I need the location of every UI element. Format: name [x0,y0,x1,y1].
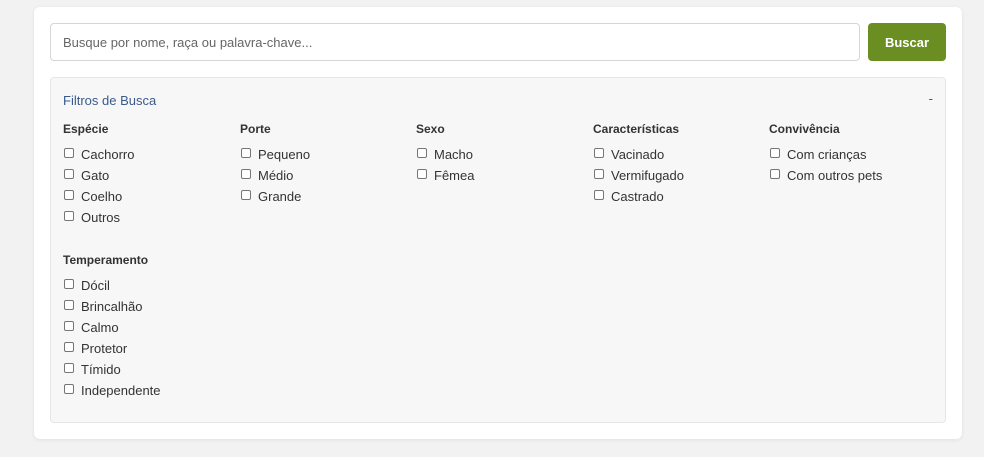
filter-option-brincalhao[interactable]: Brincalhão [63,296,233,317]
option-label: Vermifugado [611,168,684,183]
checkbox[interactable] [64,383,74,394]
checkbox[interactable] [770,168,780,179]
filter-option-calmo[interactable]: Calmo [63,317,233,338]
option-label: Outros [81,210,121,225]
checkbox[interactable] [64,299,74,310]
filter-option-com-criancas[interactable]: Com crianças [769,144,939,165]
checkbox[interactable] [64,147,74,158]
filter-option-vacinado[interactable]: Vacinado [593,144,763,165]
checkbox[interactable] [64,362,74,373]
checkbox[interactable] [241,189,251,200]
filter-option-vermifugado[interactable]: Vermifugado [593,165,763,186]
checkbox[interactable] [594,189,604,200]
filters-title[interactable]: Filtros de Busca [63,93,156,108]
filter-option-pequeno[interactable]: Pequeno [240,144,410,165]
filter-option-castrado[interactable]: Castrado [593,186,763,207]
option-label: Independente [81,383,161,398]
checkbox[interactable] [417,168,427,179]
filter-option-timido[interactable]: Tímido [63,359,233,380]
option-label: Com crianças [787,147,867,162]
filter-option-coelho[interactable]: Coelho [63,186,233,207]
filter-option-gato[interactable]: Gato [63,165,233,186]
checkbox[interactable] [241,168,251,179]
checkbox[interactable] [594,147,604,158]
checkbox[interactable] [770,147,780,158]
checkbox[interactable] [64,168,74,179]
option-label: Tímido [81,362,121,377]
option-label: Com outros pets [787,168,883,183]
checkbox[interactable] [64,210,74,221]
search-bar: Buscar [50,23,946,61]
filter-option-independente[interactable]: Independente [63,380,233,401]
filter-option-com-outros-pets[interactable]: Com outros pets [769,165,939,186]
option-label: Macho [434,147,474,162]
checkbox[interactable] [241,147,251,158]
collapse-toggle-icon[interactable]: - [929,91,933,106]
checkbox[interactable] [64,341,74,352]
option-label: Calmo [81,320,119,335]
filter-option-outros[interactable]: Outros [63,207,233,228]
filter-group-title: Características [593,122,680,136]
filter-group-caracteristicas: Características Vacinado Vermifugado Cas… [593,121,763,207]
option-label: Dócil [81,278,110,293]
option-label: Fêmea [434,168,475,183]
checkbox[interactable] [594,168,604,179]
filter-group-temperamento: Temperamento Dócil Brincalhão Calmo Prot… [63,252,233,401]
filter-group-title: Sexo [416,122,445,136]
option-label: Cachorro [81,147,135,162]
option-label: Vacinado [611,147,665,162]
filter-option-medio[interactable]: Médio [240,165,410,186]
checkbox[interactable] [64,278,74,289]
filter-group-title: Porte [240,122,271,136]
search-card: Buscar Filtros de Busca - Espécie Cachor… [34,7,962,439]
option-label: Castrado [611,189,664,204]
option-label: Brincalhão [81,299,143,314]
filter-option-docil[interactable]: Dócil [63,275,233,296]
option-label: Pequeno [258,147,311,162]
filter-group-title: Espécie [63,122,109,136]
filter-group-porte: Porte Pequeno Médio Grande [240,121,410,207]
search-input[interactable] [50,23,860,61]
filter-group-convivencia: Convivência Com crianças Com outros pets [769,121,939,186]
filter-option-femea[interactable]: Fêmea [416,165,586,186]
filter-group-title: Convivência [769,122,840,136]
filter-group-title: Temperamento [63,253,149,267]
filters-panel: Filtros de Busca - Espécie Cachorro Gato… [50,77,946,423]
filter-group-especie: Espécie Cachorro Gato Coelho Outros [63,121,233,228]
checkbox[interactable] [417,147,427,158]
option-label: Protetor [81,341,128,356]
checkbox[interactable] [64,189,74,200]
filter-option-protetor[interactable]: Protetor [63,338,233,359]
search-button[interactable]: Buscar [868,23,946,61]
option-label: Grande [258,189,302,204]
filter-option-cachorro[interactable]: Cachorro [63,144,233,165]
filter-option-grande[interactable]: Grande [240,186,410,207]
checkbox[interactable] [64,320,74,331]
option-label: Médio [258,168,294,183]
option-label: Coelho [81,189,123,204]
filter-group-sexo: Sexo Macho Fêmea [416,121,586,186]
option-label: Gato [81,168,110,183]
filter-option-macho[interactable]: Macho [416,144,586,165]
